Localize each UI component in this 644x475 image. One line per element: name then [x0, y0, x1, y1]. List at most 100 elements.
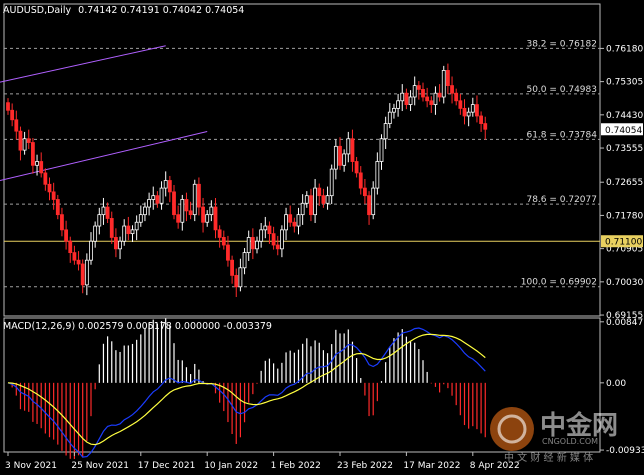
candle-body	[433, 92, 438, 105]
candle-body	[105, 206, 110, 219]
candle-body	[230, 259, 235, 276]
candle-body	[167, 180, 172, 193]
candle-body	[250, 237, 255, 250]
candle-body	[441, 70, 446, 98]
candle-body	[51, 191, 56, 200]
candle-body	[338, 145, 342, 166]
candle-body	[172, 191, 176, 216]
candle-body	[151, 195, 156, 200]
candle-body	[416, 85, 421, 90]
candle-body	[234, 274, 239, 288]
candle-body	[196, 183, 201, 208]
candle-body	[375, 161, 380, 189]
date-tick-label: 10 Jan 2022	[204, 461, 258, 471]
candle-body	[109, 218, 114, 238]
candle-body	[30, 142, 35, 166]
candle-body	[26, 138, 31, 143]
candle-body	[408, 96, 413, 105]
date-tick-label: 17 Dec 2021	[138, 461, 196, 471]
candle-body	[101, 206, 106, 216]
price-tick-label: 0.75305	[606, 78, 643, 88]
candle-body	[180, 199, 185, 223]
candle-body	[263, 225, 268, 231]
candle-body	[475, 104, 479, 117]
candle-body	[346, 138, 351, 155]
candle-body	[238, 267, 243, 288]
candle-body	[425, 96, 430, 102]
candle-body	[404, 92, 409, 105]
macd-tick-label: 0.008471	[606, 318, 644, 328]
candle-body	[184, 199, 189, 212]
candle-body	[159, 187, 164, 204]
candle-body	[201, 206, 205, 223]
fib-level-label: 38.2 = 0.76182	[526, 39, 597, 49]
candle-body	[350, 138, 355, 162]
price-tick-label: 0.76180	[606, 44, 643, 54]
candle-body	[126, 225, 131, 235]
candle-body	[367, 195, 371, 216]
candle-body	[466, 111, 471, 117]
price-tick-label: 0.72655	[606, 178, 643, 188]
candle-body	[143, 206, 147, 216]
candle-body	[72, 252, 77, 261]
candle-body	[454, 92, 459, 102]
candle-body	[379, 138, 384, 162]
candle-body	[226, 244, 230, 261]
date-tick-label: 17 Mar 2022	[403, 461, 460, 471]
candle-body	[93, 225, 98, 242]
candle-body	[89, 240, 93, 261]
current-price-label: 0.74054	[605, 126, 642, 136]
date-tick-label: 3 Nov 2021	[5, 461, 57, 471]
candle-body	[138, 214, 143, 223]
candle-body	[213, 206, 218, 231]
watermark: 中金网 CNGOLD.COM 中 文 财 经 新 媒 体	[484, 401, 634, 464]
candle-body	[155, 195, 160, 204]
candle-body	[479, 115, 484, 124]
macd-line	[7, 327, 486, 458]
candle-body	[313, 187, 318, 216]
candle-body	[279, 229, 284, 250]
candle-body	[147, 199, 152, 208]
candle-body	[217, 229, 222, 238]
candle-body	[462, 107, 467, 117]
candle-body	[80, 263, 85, 286]
candle-body	[6, 102, 10, 111]
candle-body	[445, 70, 450, 87]
fib-level-label: 100.0 = 0.69902	[521, 278, 597, 288]
candle-body	[300, 202, 305, 216]
candle-body	[421, 89, 425, 98]
candle-body	[358, 172, 363, 189]
price-tick-label: 0.71780	[606, 211, 643, 221]
candle-body	[163, 180, 168, 189]
candle-body	[130, 229, 135, 235]
candle-body	[396, 100, 401, 109]
candle-body	[18, 130, 23, 151]
candle-body	[60, 214, 64, 231]
price-tick-label: 0.74430	[606, 111, 643, 121]
candle-body	[342, 153, 347, 166]
candle-body	[242, 252, 247, 269]
candle-body	[354, 161, 359, 174]
candle-body	[275, 244, 280, 250]
candle-body	[296, 214, 301, 227]
candle-body	[371, 187, 376, 216]
macd-label: MACD(12,26,9) 0.002579 0.005178 0.000000…	[3, 321, 272, 332]
candle-body	[76, 259, 81, 265]
macd-header: MACD(12,26,9) 0.002579 0.005178 0.000000…	[3, 321, 272, 332]
candle-body	[470, 104, 475, 113]
macd-tick-label: 0.00	[606, 379, 626, 389]
candle-body	[450, 85, 454, 94]
fib-level-label: 61.8 = 0.73784	[526, 130, 597, 140]
candle-body	[43, 172, 48, 185]
candle-body	[259, 229, 264, 242]
candle-body	[39, 161, 44, 174]
symbol-label: AUDUSD,Daily	[3, 5, 72, 16]
candle-body	[118, 240, 122, 250]
candle-body	[383, 123, 388, 140]
candle-body	[114, 237, 118, 250]
candle-body	[68, 240, 73, 254]
candle-body	[267, 225, 272, 235]
candle-body	[122, 225, 127, 242]
candle-body	[188, 210, 193, 216]
candle-body	[387, 111, 392, 124]
